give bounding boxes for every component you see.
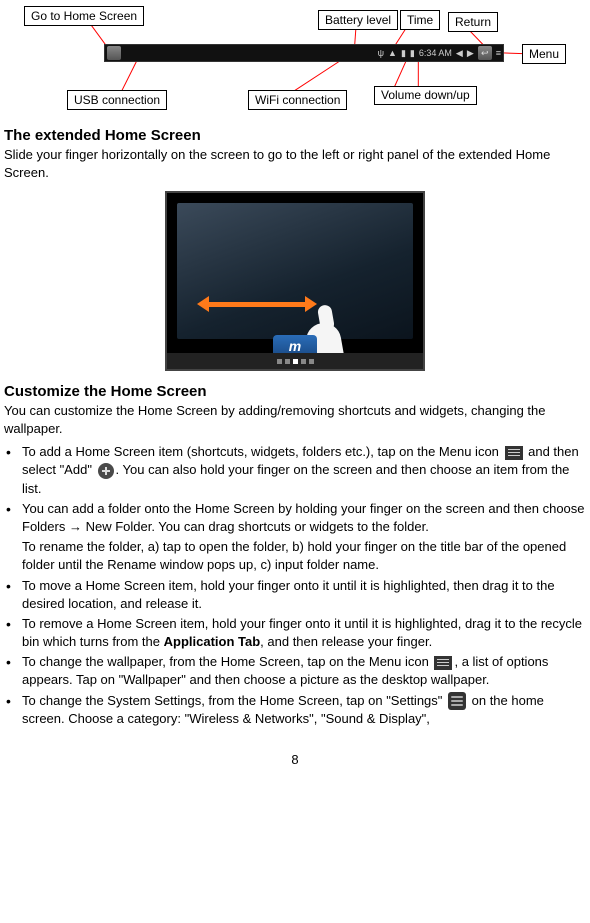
wifi-icon: ▲ (388, 48, 397, 58)
status-bar: ψ ▲ ▮ ▮ 6:34 AM ◀ ▶ ↩ ≡ (104, 44, 504, 62)
list-item: To change the wallpaper, from the Home S… (4, 653, 586, 689)
home-screenshot: m (165, 191, 425, 371)
screenshot-dots (167, 353, 423, 369)
label-go-home: Go to Home Screen (24, 6, 144, 26)
body-customize-intro: You can customize the Home Screen by add… (4, 402, 586, 437)
list-item: To change the System Settings, from the … (4, 692, 586, 729)
label-volume: Volume down/up (374, 86, 477, 105)
body-extended-home: Slide your finger horizontally on the sc… (4, 146, 586, 181)
page-number: 8 (4, 752, 586, 767)
label-wifi: WiFi connection (248, 90, 347, 110)
label-return: Return (448, 12, 498, 32)
status-time: 6:34 AM (419, 48, 452, 58)
return-icon: ↩ (478, 46, 492, 60)
label-time: Time (400, 10, 440, 30)
list-item: To add a Home Screen item (shortcuts, wi… (4, 443, 586, 498)
settings-icon (448, 692, 466, 710)
volume-down-icon: ◀ (456, 48, 463, 59)
add-icon (98, 463, 114, 479)
menu-icon (434, 656, 452, 670)
home-icon (107, 46, 121, 60)
label-menu: Menu (522, 44, 566, 64)
heading-customize: Customize the Home Screen (4, 383, 586, 400)
list-item: To remove a Home Screen item, hold your … (4, 615, 586, 651)
battery-icon: ▮ (401, 48, 406, 59)
label-usb: USB connection (67, 90, 167, 110)
label-battery: Battery level (318, 10, 398, 30)
menu-icon: ≡ (496, 48, 501, 58)
screenshot-wrap: m (4, 191, 586, 371)
menu-icon (505, 446, 523, 460)
customize-list: To add a Home Screen item (shortcuts, wi… (4, 443, 586, 728)
heading-extended-home: The extended Home Screen (4, 127, 586, 144)
volume-up-icon: ▶ (467, 48, 474, 59)
status-bar-diagram: Go to Home Screen Battery level Time Ret… (4, 4, 586, 119)
list-item: To move a Home Screen item, hold your fi… (4, 577, 586, 613)
list-item: You can add a folder onto the Home Scree… (4, 500, 586, 575)
signal-icon: ▮ (410, 48, 415, 59)
usb-icon: ψ (378, 48, 384, 58)
